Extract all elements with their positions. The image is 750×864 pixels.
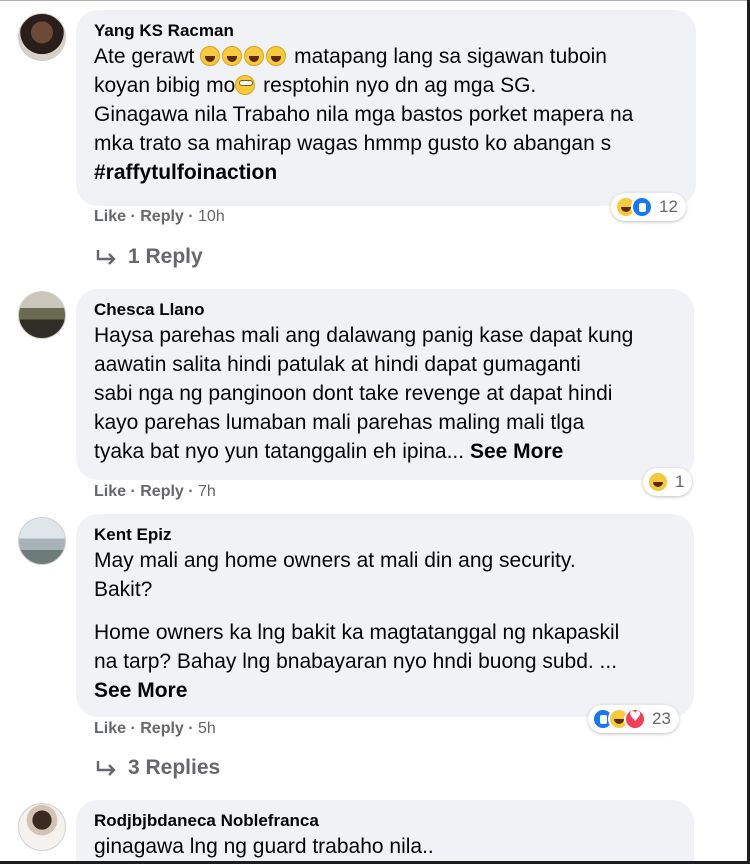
reply-link[interactable]: Reply [140,720,184,737]
comment-actions: Like · Reply · 7h [94,483,216,500]
eye-roll-emoji-icon [235,75,256,95]
avatar[interactable] [18,13,66,61]
timestamp[interactable]: 7h [198,483,216,500]
timestamp[interactable]: 10h [198,208,225,225]
avatar[interactable] [18,803,66,851]
reaction-count: 1 [675,472,685,491]
reaction-count: 23 [652,709,671,728]
comment-text: May mali ang home owners at mali din ang… [94,546,676,705]
reply-link[interactable]: Reply [140,483,184,500]
reaction-summary[interactable]: 12 [611,193,686,221]
comment-author[interactable]: Kent Epiz [94,524,676,546]
like-link[interactable]: Like [94,483,126,500]
hashtag-link[interactable]: #raffytulfoinaction [94,158,678,187]
laughing-emoji-icon [200,46,221,66]
like-icon [631,196,653,218]
laughing-emoji-icon [244,46,265,66]
avatar[interactable] [18,291,66,339]
see-more-link[interactable]: See More [94,676,676,705]
reaction-count: 12 [659,197,678,216]
view-replies-link[interactable]: 1 Reply [96,245,203,269]
comment-bubble: Rodjbjbdaneca Noblefranca ginagawa lng n… [76,800,694,864]
comment-text: ginagawa lng ng guard trabaho nila.. [94,835,434,858]
comment-bubble: Yang KS Racman Ate gerawt matapang lang … [76,10,696,206]
comment-actions: Like · Reply · 5h [94,720,216,737]
like-link[interactable]: Like [94,208,126,225]
haha-icon [647,471,669,493]
comment-text: Ate gerawt matapang lang sa sigawan tubo… [94,42,678,187]
reply-arrow-icon [96,761,116,776]
see-more-link[interactable]: See More [470,440,563,463]
reaction-summary[interactable]: 1 [643,468,693,496]
avatar[interactable] [18,517,66,565]
reply-arrow-icon [96,250,116,265]
comment-author[interactable]: Yang KS Racman [94,20,678,42]
laughing-emoji-icon [222,46,243,66]
comment-bubble: Chesca Llano Haysa parehas mali ang dala… [76,289,694,480]
comment-author[interactable]: Rodjbjbdaneca Noblefranca [94,810,676,832]
reaction-summary[interactable]: 23 [588,705,679,733]
laughing-emoji-icon [266,46,287,66]
like-link[interactable]: Like [94,720,126,737]
comment-text: Haysa parehas mali ang dalawang panig ka… [94,324,634,463]
comment-bubble: Kent Epiz May mali ang home owners at ma… [76,514,694,717]
comment-actions: Like · Reply · 10h [94,208,225,225]
view-replies-link[interactable]: 3 Replies [96,756,220,780]
top-divider [0,0,750,1]
love-icon [624,708,646,730]
reply-link[interactable]: Reply [140,208,184,225]
timestamp[interactable]: 5h [198,720,216,737]
comment-author[interactable]: Chesca Llano [94,299,676,321]
